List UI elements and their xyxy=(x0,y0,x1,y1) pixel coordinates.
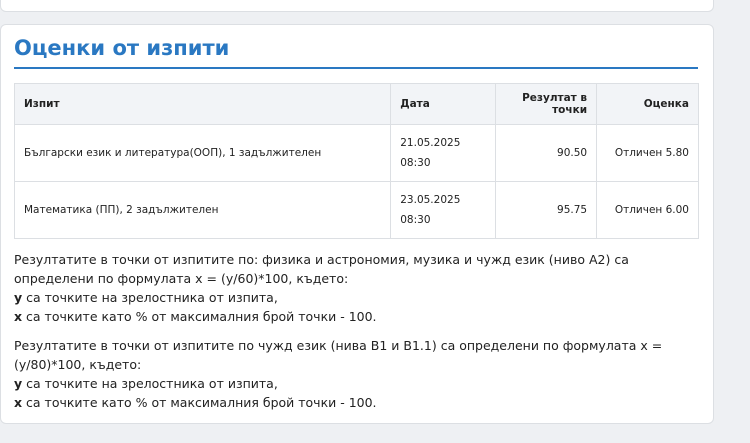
note-x-variable: x xyxy=(14,309,23,324)
note-intro: Резултатите в точки от изпитите по: физи… xyxy=(14,252,629,286)
header-date: Дата xyxy=(390,83,497,125)
note-formula-80: Резултатите в точки от изпитите по чужд … xyxy=(14,336,700,412)
table-row: Български език и литература(ООП), 1 задъ… xyxy=(13,124,699,182)
exam-grade: Отличен 5.80 xyxy=(596,124,699,182)
note-y-definition: са точките на зрелостника от изпита, xyxy=(22,290,278,305)
section-title: Оценки от изпити xyxy=(14,36,230,60)
note-formula-60: Резултатите в точки от изпитите по: физи… xyxy=(14,250,700,326)
exam-time: 08:30 xyxy=(400,214,431,226)
exam-name: Български език и литература(ООП), 1 задъ… xyxy=(13,124,392,182)
exam-name: Математика (ПП), 2 задължителен xyxy=(13,181,392,239)
exam-grades-table: Изпит Дата Резултат в точки Оценка Бълга… xyxy=(13,83,699,239)
note-x-variable: x xyxy=(14,395,23,410)
note-y-definition: са точките на зрелостника от изпита, xyxy=(22,376,278,391)
exam-datetime: 21.05.2025 08:30 xyxy=(390,124,497,182)
exam-grade: Отличен 6.00 xyxy=(596,181,699,239)
scoring-notes: Резултатите в точки от изпитите по: физи… xyxy=(14,250,700,422)
header-grade: Оценка xyxy=(596,83,699,125)
note-y-variable: y xyxy=(14,376,23,391)
header-exam: Изпит xyxy=(13,83,392,125)
exam-date: 21.05.2025 xyxy=(400,137,461,149)
exam-date: 23.05.2025 xyxy=(400,194,461,206)
exam-datetime: 23.05.2025 08:30 xyxy=(390,181,497,239)
previous-card xyxy=(0,0,714,12)
note-intro: Резултатите в точки от изпитите по чужд … xyxy=(14,338,663,372)
note-x-definition: са точките като % от максималния брой то… xyxy=(22,309,377,324)
table-row: Математика (ПП), 2 задължителен 23.05.20… xyxy=(13,181,699,239)
exam-score: 90.50 xyxy=(495,124,598,182)
table-header-row: Изпит Дата Резултат в точки Оценка xyxy=(13,83,699,125)
exam-time: 08:30 xyxy=(400,157,431,169)
title-underline xyxy=(14,67,698,69)
exam-score: 95.75 xyxy=(495,181,598,239)
note-x-definition: са точките като % от максималния брой то… xyxy=(22,395,377,410)
note-y-variable: y xyxy=(14,290,23,305)
header-score: Резултат в точки xyxy=(495,83,598,125)
